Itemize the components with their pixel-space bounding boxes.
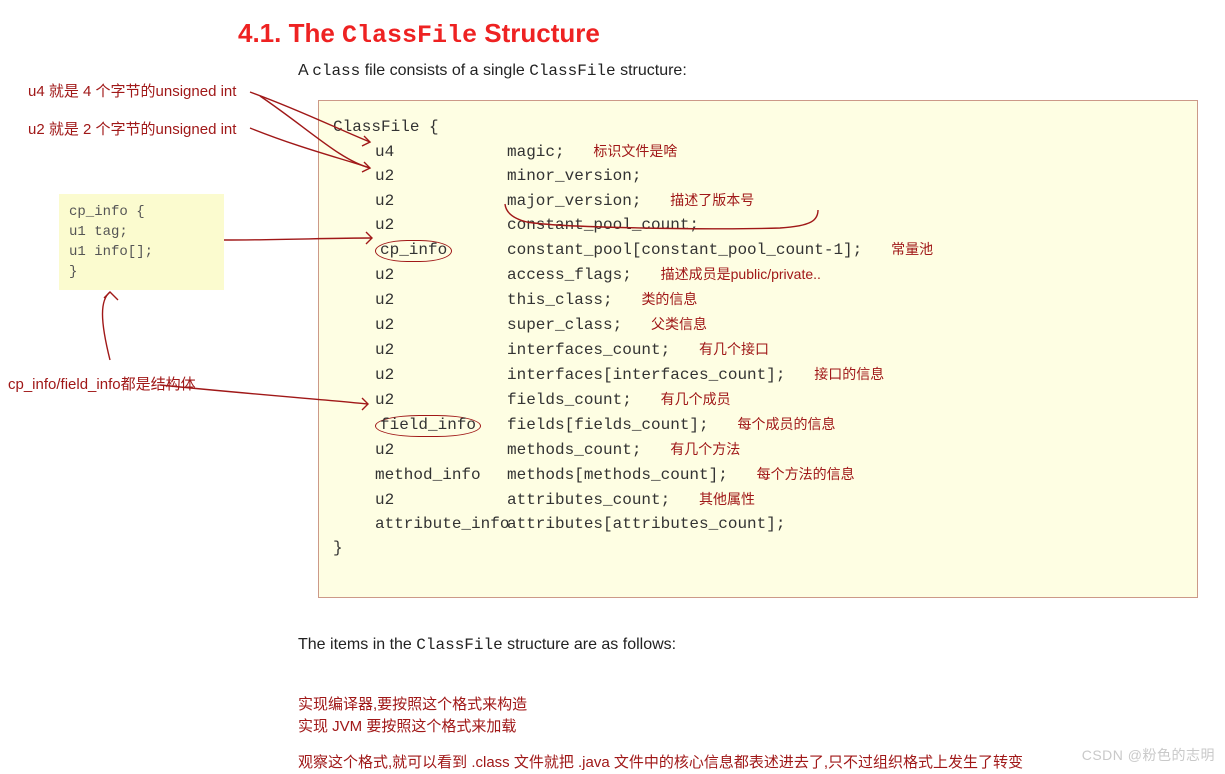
annotation-inline: 类的信息 bbox=[641, 291, 697, 307]
code-line: u2major_version; 描述了版本号 bbox=[333, 188, 1187, 213]
code-line: u2fields_count; 有几个成员 bbox=[333, 387, 1187, 412]
code-line: u2interfaces_count; 有几个接口 bbox=[333, 337, 1187, 362]
annotation-inline: 常量池 bbox=[891, 241, 933, 257]
code-type: u2 bbox=[375, 338, 507, 362]
code-type: cp_info bbox=[375, 238, 507, 262]
code-line: field_infofields[fields_count]; 每个成员的信息 bbox=[333, 412, 1187, 437]
annotation-inline: 每个成员的信息 bbox=[737, 416, 835, 432]
cp-info-box: cp_info { u1 tag; u1 info[]; } bbox=[59, 194, 224, 290]
code-type: u2 bbox=[375, 313, 507, 337]
annotation-inline: 每个方法的信息 bbox=[757, 466, 855, 482]
annotation-u2: u2 就是 2 个字节的unsigned int bbox=[28, 118, 236, 139]
cpinfo-line-1: cp_info { bbox=[69, 202, 218, 222]
code-line: u2minor_version; bbox=[333, 164, 1187, 188]
code-type: u2 bbox=[375, 164, 507, 188]
outro-text-2: structure are as follows: bbox=[503, 636, 676, 653]
annotation-inline: 有几个方法 bbox=[670, 441, 740, 457]
watermark: CSDN @粉色的志明 bbox=[1082, 745, 1215, 765]
code-name: fields_count; bbox=[507, 391, 632, 409]
code-type: u2 bbox=[375, 288, 507, 312]
annotation-inline: 描述成员是public/private.. bbox=[661, 266, 821, 282]
intro-text-2: file consists of a single bbox=[360, 62, 529, 79]
code-type: u2 bbox=[375, 189, 507, 213]
intro-text-1: A bbox=[298, 62, 312, 79]
code-close: } bbox=[333, 536, 1187, 560]
code-line: u2access_flags; 描述成员是public/private.. bbox=[333, 262, 1187, 287]
code-type: u2 bbox=[375, 488, 507, 512]
annotation-inline: 父类信息 bbox=[651, 316, 707, 332]
code-name: minor_version; bbox=[507, 167, 641, 185]
bottom-note-1: 实现编译器,要按照这个格式来构造 bbox=[298, 694, 527, 716]
outro-code-1: ClassFile bbox=[416, 636, 502, 654]
code-block: ClassFile { u4magic; 标识文件是啥u2minor_versi… bbox=[318, 100, 1198, 598]
intro-code-1: class bbox=[312, 62, 360, 80]
code-type: u4 bbox=[375, 140, 507, 164]
code-name: methods_count; bbox=[507, 441, 641, 459]
code-name: constant_pool_count; bbox=[507, 216, 699, 234]
intro-paragraph: A class file consists of a single ClassF… bbox=[298, 62, 687, 80]
annotation-inline: 有几个接口 bbox=[699, 341, 769, 357]
code-name: fields[fields_count]; bbox=[507, 416, 709, 434]
code-name: this_class; bbox=[507, 291, 613, 309]
code-line: u2methods_count; 有几个方法 bbox=[333, 437, 1187, 462]
code-name: interfaces_count; bbox=[507, 341, 670, 359]
code-type: u2 bbox=[375, 363, 507, 387]
annotation-inline: 标识文件是啥 bbox=[593, 143, 677, 159]
code-name: attributes_count; bbox=[507, 491, 670, 509]
code-name: constant_pool[constant_pool_count-1]; bbox=[507, 241, 862, 259]
annotation-u4: u4 就是 4 个字节的unsigned int bbox=[28, 80, 236, 101]
code-open: ClassFile { bbox=[333, 115, 1187, 139]
cpinfo-line-2: u1 tag; bbox=[69, 222, 218, 242]
code-type: u2 bbox=[375, 213, 507, 237]
code-line: method_infomethods[methods_count]; 每个方法的… bbox=[333, 462, 1187, 487]
code-name: methods[methods_count]; bbox=[507, 466, 728, 484]
code-name: attributes[attributes_count]; bbox=[507, 515, 785, 533]
cpinfo-line-4: } bbox=[69, 262, 218, 282]
code-type: method_info bbox=[375, 463, 507, 487]
annotation-inline: 其他属性 bbox=[699, 491, 755, 507]
code-type: field_info bbox=[375, 413, 507, 437]
code-name: interfaces[interfaces_count]; bbox=[507, 366, 785, 384]
cpinfo-line-3: u1 info[]; bbox=[69, 242, 218, 262]
code-type: u2 bbox=[375, 438, 507, 462]
code-line: u2super_class; 父类信息 bbox=[333, 312, 1187, 337]
code-line: u2constant_pool_count; bbox=[333, 213, 1187, 237]
heading-classfile: ClassFile bbox=[342, 21, 477, 50]
code-line: attribute_infoattributes[attributes_coun… bbox=[333, 512, 1187, 536]
annotation-inline: 有几个成员 bbox=[661, 391, 731, 407]
code-name: access_flags; bbox=[507, 266, 632, 284]
intro-text-3: structure: bbox=[616, 62, 687, 79]
code-name: super_class; bbox=[507, 316, 622, 334]
code-name: major_version; bbox=[507, 192, 641, 210]
code-line: u2this_class; 类的信息 bbox=[333, 287, 1187, 312]
code-line: u4magic; 标识文件是啥 bbox=[333, 139, 1187, 164]
code-line: u2attributes_count; 其他属性 bbox=[333, 487, 1187, 512]
code-type: attribute_info bbox=[375, 512, 507, 536]
bottom-note-2: 实现 JVM 要按照这个格式来加载 bbox=[298, 716, 516, 738]
annotation-inline: 描述了版本号 bbox=[670, 192, 754, 208]
code-type: u2 bbox=[375, 388, 507, 412]
outro-paragraph: The items in the ClassFile structure are… bbox=[298, 636, 676, 654]
section-heading: 4.1. The ClassFile Structure bbox=[238, 18, 600, 50]
code-line: cp_infoconstant_pool[constant_pool_count… bbox=[333, 237, 1187, 262]
code-line: u2interfaces[interfaces_count]; 接口的信息 bbox=[333, 362, 1187, 387]
annotation-inline: 接口的信息 bbox=[814, 366, 884, 382]
heading-number: 4.1. The bbox=[238, 18, 342, 48]
code-name: magic; bbox=[507, 143, 565, 161]
code-type: u2 bbox=[375, 263, 507, 287]
intro-code-2: ClassFile bbox=[529, 62, 615, 80]
heading-structure: Structure bbox=[477, 18, 600, 48]
outro-text-1: The items in the bbox=[298, 636, 416, 653]
annotation-struct: cp_info/field_info都是结构体 bbox=[8, 373, 196, 394]
